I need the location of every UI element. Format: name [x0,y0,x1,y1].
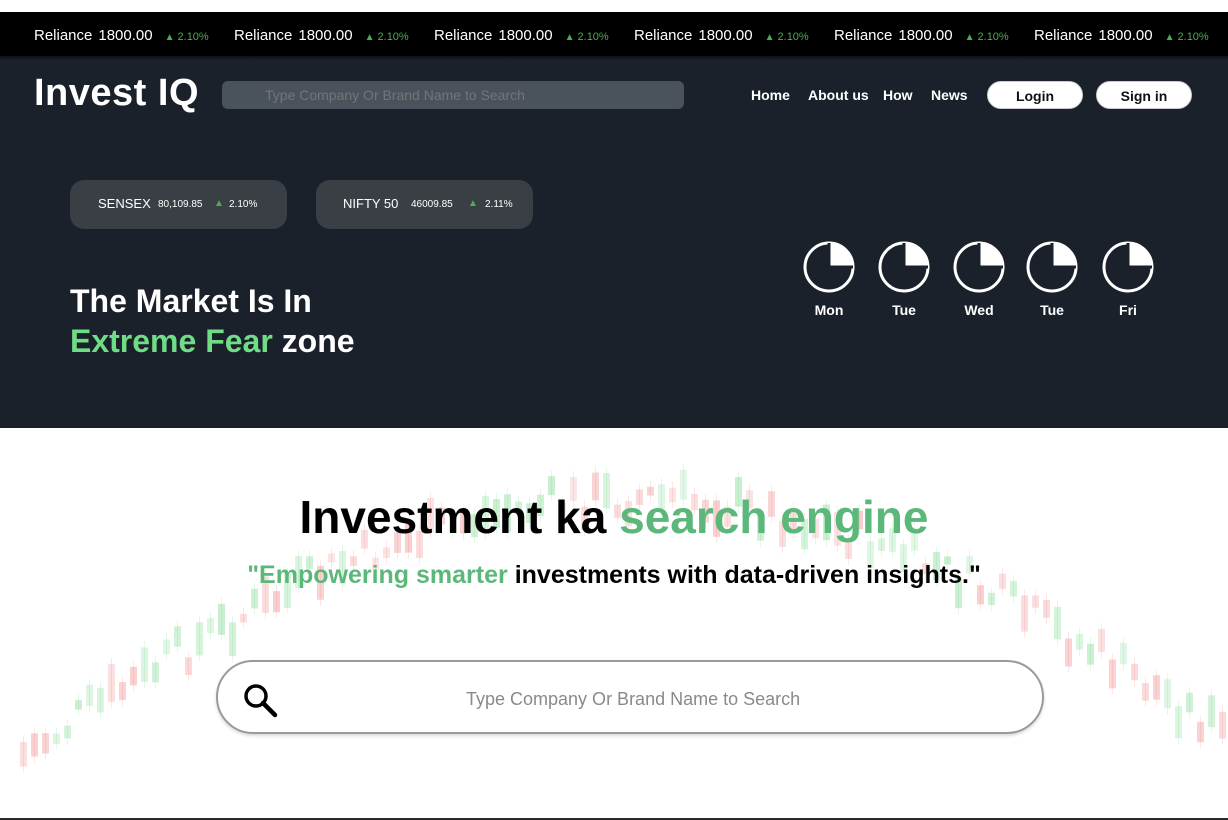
ticker-name: Reliance [634,27,693,44]
market-mood-line1: The Market Is In [70,283,312,319]
pie-chart-icon [803,241,855,293]
stock-ticker: Reliance 1800.00 ▲ 2.10% Reliance 1800.00 ▲ 2.… [0,12,1228,56]
nav-about-us[interactable]: About us [808,87,869,103]
index-card-nifty[interactable]: NIFTY 50 46009.85 ▲ 2.11% [316,180,533,229]
ticker-item[interactable]: Reliance 1800.00 ▲ 2.10% [634,12,809,56]
ticker-name: Reliance [234,27,293,44]
main-search-placeholder[interactable]: Type Company Or Brand Name to Search [466,689,800,710]
login-button[interactable]: Login [987,81,1083,109]
day-label: Tue [892,302,916,318]
day-indicator-thu[interactable]: Tue [1025,240,1079,318]
market-mood-line2: Extreme Fear zone [70,323,355,360]
pie-chart-icon [1102,241,1154,293]
index-value: 80,109.85 [158,199,203,210]
ticker-item[interactable]: Reliance 1800.00 ▲ 2.10% [1034,12,1209,56]
ticker-change: 2.10% [977,31,1009,43]
pie-chart-icon [878,241,930,293]
ticker-change: 2.10% [1177,31,1209,43]
day-indicator-wed[interactable]: Wed [952,240,1006,318]
ticker-item[interactable]: Reliance 1800.00 ▲ 2.10% [234,12,409,56]
ticker-item[interactable]: Reliance 1800.00 ▲ 2.10% [34,12,209,56]
up-arrow-icon: ▲ [468,198,478,209]
logo[interactable]: Invest IQ [34,72,199,115]
day-label: Wed [964,302,994,318]
index-name: NIFTY 50 [343,196,399,211]
day-label: Tue [1040,302,1064,318]
up-arrow-icon: ▲ [214,198,224,209]
ticker-item[interactable]: Reliance 1800.00 ▲ 2.10% [834,12,1009,56]
day-indicator-mon[interactable]: Mon [802,240,856,318]
up-arrow-icon: ▲ [364,32,375,43]
nav-news[interactable]: News [931,87,968,103]
search-icon[interactable] [242,682,278,718]
tagline-part1: "Empowering smarter [247,561,508,589]
hero-shadow [0,56,1228,60]
ticker-value: 1800.00 [898,27,953,44]
index-name: SENSEX [98,196,151,211]
mood-suffix: zone [272,323,355,359]
index-change: 2.10% [229,199,258,210]
day-indicator-fri[interactable]: Fri [1101,240,1155,318]
index-card-sensex[interactable]: SENSEX 80,109.85 ▲ 2.10% [70,180,287,229]
index-value: 46009.85 [411,199,453,210]
ticker-name: Reliance [1034,27,1093,44]
tagline: "Empowering smarter investments with dat… [0,561,1228,590]
day-label: Fri [1119,302,1137,318]
ticker-name: Reliance [34,27,93,44]
index-change: 2.11% [485,199,513,210]
ticker-value: 1800.00 [498,27,553,44]
ticker-value: 1800.00 [698,27,753,44]
ticker-value: 1800.00 [1098,27,1153,44]
candlestick-background [20,463,1226,773]
ticker-value: 1800.00 [98,27,153,44]
day-indicator-tue[interactable]: Tue [877,240,931,318]
pie-chart-icon [1026,241,1078,293]
headline-part2: search engine [619,491,929,543]
day-label: Mon [814,302,844,318]
headline-part1: Investment ka [299,491,620,543]
up-arrow-icon: ▲ [964,32,975,43]
nav-how[interactable]: How [883,87,913,103]
ticker-change: 2.10% [577,31,609,43]
ticker-change: 2.10% [377,31,409,43]
top-border [0,0,1228,12]
up-arrow-icon: ▲ [164,32,175,43]
ticker-change: 2.10% [177,31,209,43]
ticker-change: 2.10% [777,31,809,43]
header-search-input[interactable] [222,81,684,109]
main-search-bar[interactable]: Type Company Or Brand Name to Search [216,660,1044,734]
ticker-value: 1800.00 [298,27,353,44]
up-arrow-icon: ▲ [764,32,775,43]
pie-chart-icon [953,241,1005,293]
up-arrow-icon: ▲ [564,32,575,43]
mood-highlight: Extreme Fear [70,323,273,359]
ticker-name: Reliance [834,27,893,44]
signin-button[interactable]: Sign in [1096,81,1192,109]
nav-home[interactable]: Home [751,87,790,103]
tagline-part2: investments with data-driven insights." [507,561,981,589]
main-headline: Investment ka search engine [0,490,1228,544]
ticker-item[interactable]: Reliance 1800.00 ▲ 2.10% [434,12,609,56]
ticker-name: Reliance [434,27,493,44]
up-arrow-icon: ▲ [1164,32,1175,43]
